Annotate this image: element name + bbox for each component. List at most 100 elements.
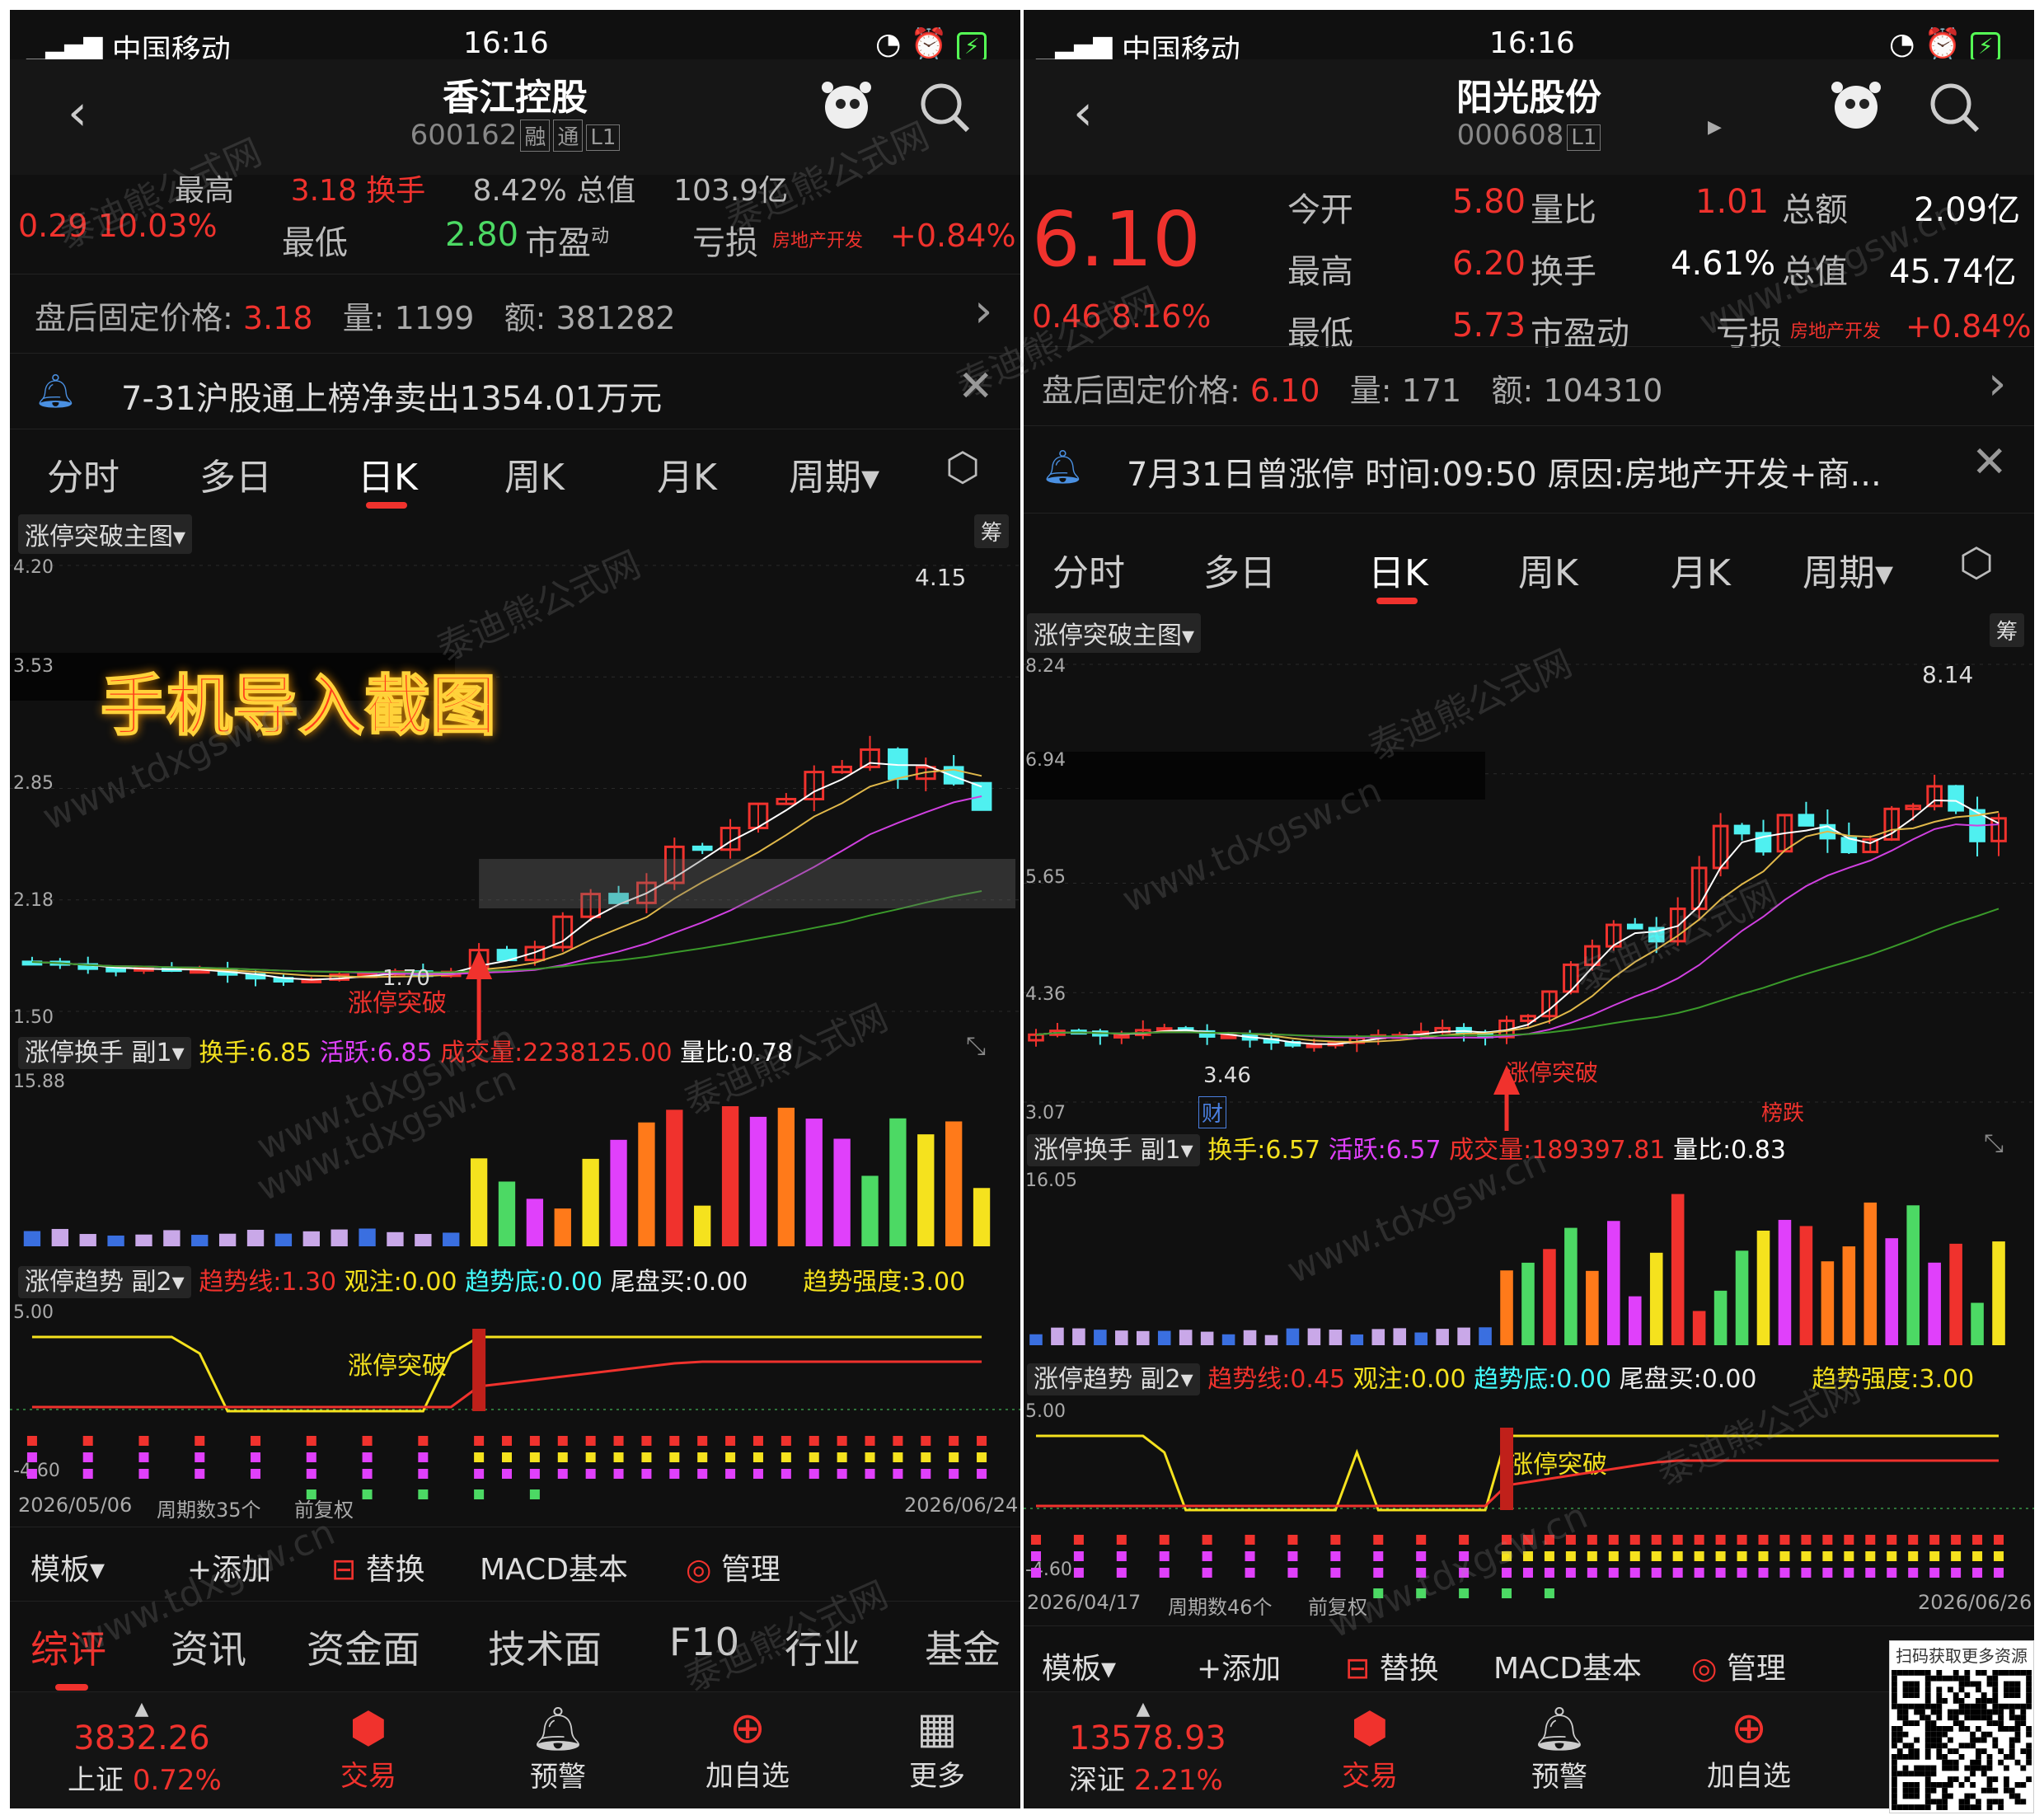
signal-dot xyxy=(418,1452,429,1462)
expand-icon[interactable]: ⤡ xyxy=(966,1032,986,1061)
tab-industry[interactable]: 行业 xyxy=(785,1620,860,1674)
signal-dot xyxy=(1502,1551,1512,1561)
chip-button[interactable]: 筹 xyxy=(1990,613,2025,647)
tab-monthly-k[interactable]: 月K xyxy=(657,448,717,500)
signal-dot xyxy=(1908,1568,1919,1578)
settings-icon[interactable]: ⬡ xyxy=(1959,540,1994,586)
tab-intraday[interactable]: 分时 xyxy=(47,448,120,500)
notice-row[interactable]: 🔔︎ 7月31日曾涨停 时间:09:50 原因:房地产开发+商... ✕ xyxy=(1024,425,2034,508)
template-button[interactable]: 模板▾ xyxy=(1042,1644,1116,1687)
add-button[interactable]: +添加 xyxy=(187,1546,271,1588)
tab-fund[interactable]: 基金 xyxy=(925,1620,1001,1674)
after-hours-row[interactable]: 盘后固定价格: 6.10 量: 171 额: 104310 › xyxy=(1024,346,2034,425)
qr-module xyxy=(1896,1714,1903,1721)
signal-dot xyxy=(921,1436,931,1446)
qr-module xyxy=(2020,1714,2027,1721)
next-stock-icon[interactable]: ▶ xyxy=(1708,117,1722,138)
volume-bar xyxy=(191,1235,209,1246)
adjustment[interactable]: 前复权 xyxy=(1308,1591,1367,1620)
replace-button[interactable]: ⊟ 替换 xyxy=(1345,1644,1439,1687)
trade-button[interactable]: ⬢ 交易 xyxy=(1296,1704,1444,1794)
index-quote[interactable]: ▲ 3832.26 上证 0.72% xyxy=(68,1699,222,1798)
tab-f10[interactable]: F10 xyxy=(669,1620,739,1664)
notice-row[interactable]: 🔔︎ 7-31沪股通上榜净卖出1354.01万元 ✕ xyxy=(10,353,1020,429)
signal-dot xyxy=(1801,1568,1812,1578)
tab-multiday[interactable]: 多日 xyxy=(1203,543,1276,596)
tab-technical[interactable]: 技术面 xyxy=(488,1620,602,1674)
macd-button[interactable]: MACD基本 xyxy=(480,1546,628,1588)
trade-icon: ⬢ xyxy=(1351,1704,1389,1753)
import-overlay-text: 手机导入截图 xyxy=(100,667,497,745)
more-button[interactable]: ▦ 更多 xyxy=(863,1704,1011,1794)
qr-module xyxy=(2009,1793,2015,1799)
alert-button[interactable]: 🔔︎ 预警 xyxy=(484,1704,632,1794)
signal-dot xyxy=(1929,1535,1940,1545)
tab-period[interactable]: 周期▾ xyxy=(1803,543,1893,596)
qr-module xyxy=(2026,1670,2032,1676)
qr-module xyxy=(1948,1765,1953,1771)
main-indicator-select[interactable]: 涨停突破主图▾ xyxy=(18,514,193,554)
trade-button[interactable]: ⬢ 交易 xyxy=(294,1704,443,1794)
signal-dot xyxy=(865,1436,875,1446)
qr-module xyxy=(2020,1799,2027,1805)
tab-overview[interactable]: 综评 xyxy=(30,1620,106,1674)
settings-icon[interactable]: ⬡ xyxy=(945,444,980,490)
alert-button[interactable]: 🔔︎ 预警 xyxy=(1485,1704,1634,1794)
search-icon[interactable] xyxy=(1926,79,1984,140)
signal-dot xyxy=(1416,1535,1427,1545)
qr-module xyxy=(1930,1787,1937,1794)
add-watchlist-button[interactable]: ⊕ 加自选 xyxy=(1675,1704,1823,1794)
sector-label[interactable]: 房地产开发 xyxy=(772,226,863,252)
signal-dot xyxy=(1779,1568,1790,1578)
tab-daily-k[interactable]: 日K xyxy=(1368,543,1428,596)
chip-button[interactable]: 筹 xyxy=(974,514,1010,548)
after-hours-row[interactable]: 盘后固定价格: 3.18 量: 1199 额: 381282 › xyxy=(10,274,1020,353)
manage-button[interactable]: ◎ 管理 xyxy=(1691,1644,1786,1687)
qr-module xyxy=(1953,1765,1959,1771)
signal-dot xyxy=(977,1452,987,1462)
qr-module xyxy=(1970,1709,1976,1715)
tab-news[interactable]: 资讯 xyxy=(171,1620,246,1674)
template-button[interactable]: 模板▾ xyxy=(30,1546,105,1588)
qr-module xyxy=(1942,1759,1948,1766)
qr-module xyxy=(1892,1799,1897,1805)
qr-module xyxy=(1942,1782,1948,1788)
tab-capital[interactable]: 资金面 xyxy=(307,1620,420,1674)
manage-button[interactable]: ◎ 管理 xyxy=(686,1546,781,1588)
add-watchlist-button[interactable]: ⊕ 加自选 xyxy=(673,1704,822,1794)
qr-module xyxy=(1998,1670,2004,1676)
tab-monthly-k[interactable]: 月K xyxy=(1671,543,1731,596)
sector-label[interactable]: 房地产开发 xyxy=(1790,317,1881,343)
tab-period[interactable]: 周期▾ xyxy=(789,448,879,500)
tab-intraday[interactable]: 分时 xyxy=(1052,543,1125,596)
volume-bar xyxy=(1243,1330,1257,1345)
adjustment[interactable]: 前复权 xyxy=(294,1494,354,1522)
qr-module xyxy=(1908,1748,1915,1754)
bear-mascot-icon[interactable] xyxy=(1827,76,1885,137)
high-marker: 8.14 xyxy=(1922,661,1974,688)
qr-module xyxy=(1986,1720,1993,1726)
tab-weekly-k[interactable]: 周K xyxy=(1518,543,1578,596)
signal-dot xyxy=(781,1436,791,1446)
main-kline-chart[interactable] xyxy=(10,554,1020,1048)
expand-icon[interactable]: ⤡ xyxy=(1984,1129,2004,1158)
ranking-marker[interactable]: 榜跌 xyxy=(1761,1096,1804,1127)
signal-dot xyxy=(1287,1551,1298,1561)
close-icon[interactable]: ✕ xyxy=(958,362,994,411)
bear-mascot-icon[interactable] xyxy=(818,76,875,137)
qr-module xyxy=(1970,1714,1976,1721)
search-icon[interactable] xyxy=(917,79,974,140)
main-indicator-select[interactable]: 涨停突破主图▾ xyxy=(1027,613,1202,653)
finance-marker[interactable]: 财 xyxy=(1198,1096,1227,1128)
macd-button[interactable]: MACD基本 xyxy=(1493,1644,1642,1687)
add-button[interactable]: +添加 xyxy=(1197,1644,1281,1687)
volume-bar xyxy=(945,1121,963,1246)
tab-multiday[interactable]: 多日 xyxy=(199,448,272,500)
replace-button[interactable]: ⊟ 替换 xyxy=(331,1546,425,1588)
signal-dot xyxy=(809,1436,819,1446)
tab-weekly-k[interactable]: 周K xyxy=(504,448,565,500)
tab-daily-k[interactable]: 日K xyxy=(358,448,418,500)
index-quote[interactable]: ▲ 13578.93 深证 2.21% xyxy=(1069,1699,1226,1798)
qr-code-panel[interactable]: 扫码获取更多资源 xyxy=(1889,1640,2034,1813)
close-icon[interactable]: ✕ xyxy=(1971,438,2008,487)
